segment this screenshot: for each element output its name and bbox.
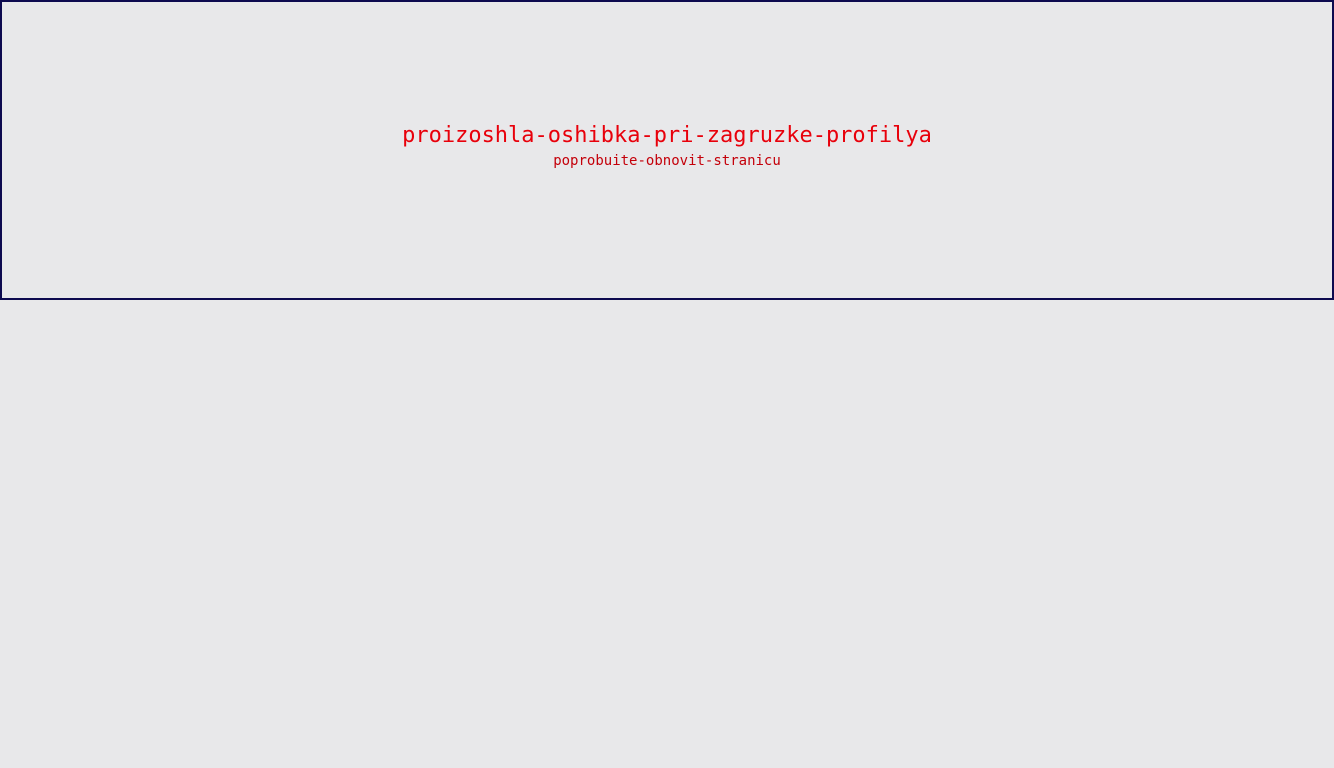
- error-title: proizoshla-oshibka-pri-zagruzke-profilya: [402, 123, 932, 148]
- profile-error-panel: proizoshla-oshibka-pri-zagruzke-profilya…: [0, 0, 1334, 300]
- error-message: proizoshla-oshibka-pri-zagruzke-profilya…: [2, 122, 1332, 170]
- error-subtitle: poprobuite-obnovit-stranicu: [553, 153, 781, 169]
